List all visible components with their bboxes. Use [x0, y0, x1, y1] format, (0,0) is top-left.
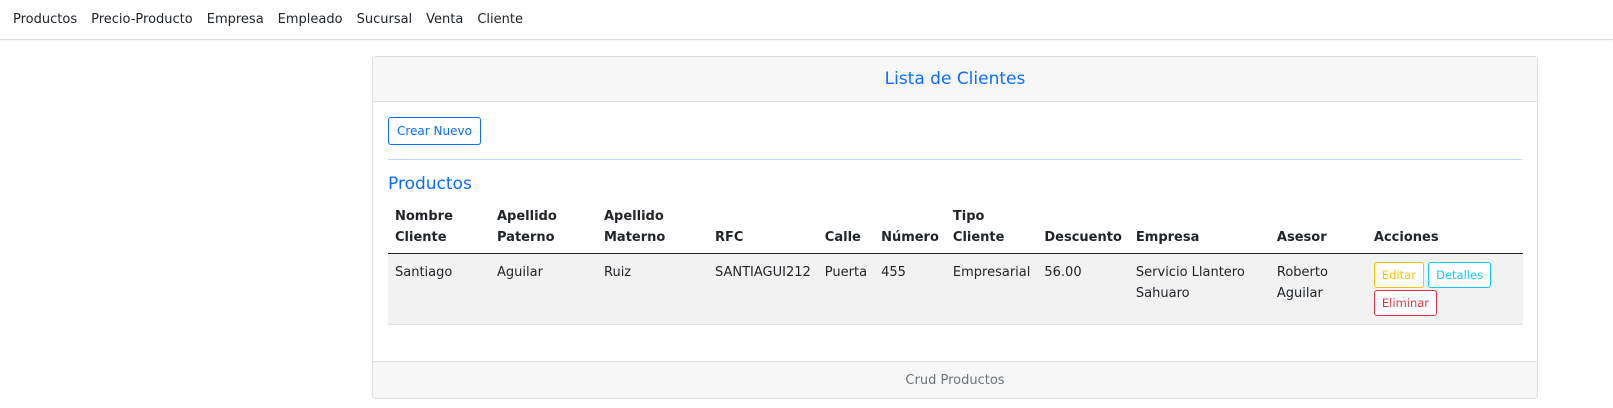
- cell-apellido-paterno: Aguilar: [490, 253, 597, 325]
- col-header-empresa: Empresa: [1128, 206, 1270, 254]
- create-new-button[interactable]: Crear Nuevo: [388, 117, 481, 145]
- col-header-numero: Número: [874, 206, 946, 254]
- col-header-acciones: Acciones: [1366, 206, 1523, 254]
- cell-numero: 455: [874, 253, 946, 325]
- cell-nombre: Santiago: [388, 253, 490, 325]
- delete-button[interactable]: Eliminar: [1373, 290, 1438, 316]
- cell-empresa: Servicio Llantero Sahuaro: [1128, 253, 1270, 325]
- nav-link-empresa[interactable]: Empresa: [207, 5, 264, 35]
- card-title: Lista de Clientes: [884, 69, 1026, 89]
- cell-calle: Puerta: [817, 253, 875, 325]
- col-header-rfc: RFC: [708, 206, 818, 254]
- cell-actions: Editar Detalles Eliminar: [1366, 253, 1523, 325]
- top-navbar: Productos Precio-Producto Empresa Emplea…: [0, 0, 1613, 40]
- card-header: Lista de Clientes: [373, 57, 1537, 102]
- col-header-descuento: Descuento: [1037, 206, 1129, 254]
- clients-table: Nombre Cliente Apellido Paterno Apellido Ma…: [388, 206, 1523, 325]
- nav-link-precio-producto[interactable]: Precio-Producto: [91, 5, 193, 35]
- col-header-asesor: Asesor: [1269, 206, 1367, 254]
- cell-descuento: 56.00: [1037, 253, 1129, 325]
- nav-link-cliente[interactable]: Cliente: [477, 5, 523, 35]
- cell-rfc: SANTIAGUI212: [708, 253, 818, 325]
- nav-link-productos[interactable]: Productos: [13, 5, 77, 35]
- col-header-calle: Calle: [817, 206, 875, 254]
- cell-asesor: Roberto Aguilar: [1269, 253, 1367, 325]
- footer-text: Crud Productos: [905, 372, 1005, 388]
- divider: [388, 159, 1522, 160]
- nav-link-venta[interactable]: Venta: [426, 5, 463, 35]
- section-title: Productos: [388, 174, 472, 194]
- table-row: Santiago Aguilar Ruiz SANTIAGUI212 Puert…: [388, 253, 1523, 325]
- nav-link-sucursal[interactable]: Sucursal: [357, 5, 413, 35]
- clients-card: Lista de Clientes Crear Nuevo Productos …: [372, 56, 1538, 399]
- nav-link-empleado[interactable]: Empleado: [278, 5, 343, 35]
- cell-tipo-cliente: Empresarial: [945, 253, 1038, 325]
- table-header-row: Nombre Cliente Apellido Paterno Apellido Ma…: [388, 206, 1523, 254]
- edit-button[interactable]: Editar: [1373, 262, 1424, 288]
- col-header-nombre-cliente: Nombre Cliente: [388, 206, 490, 254]
- col-header-apellido-materno: Apellido Materno: [597, 206, 708, 254]
- details-button[interactable]: Detalles: [1428, 262, 1492, 288]
- card-footer: Crud Productos: [373, 361, 1537, 398]
- col-header-apellido-paterno: Apellido Paterno: [490, 206, 597, 254]
- cell-apellido-materno: Ruiz: [597, 253, 708, 325]
- col-header-tipo-cliente: Tipo Cliente: [945, 206, 1038, 254]
- card-body: Crear Nuevo Productos Nombre Cliente Apel…: [373, 102, 1537, 362]
